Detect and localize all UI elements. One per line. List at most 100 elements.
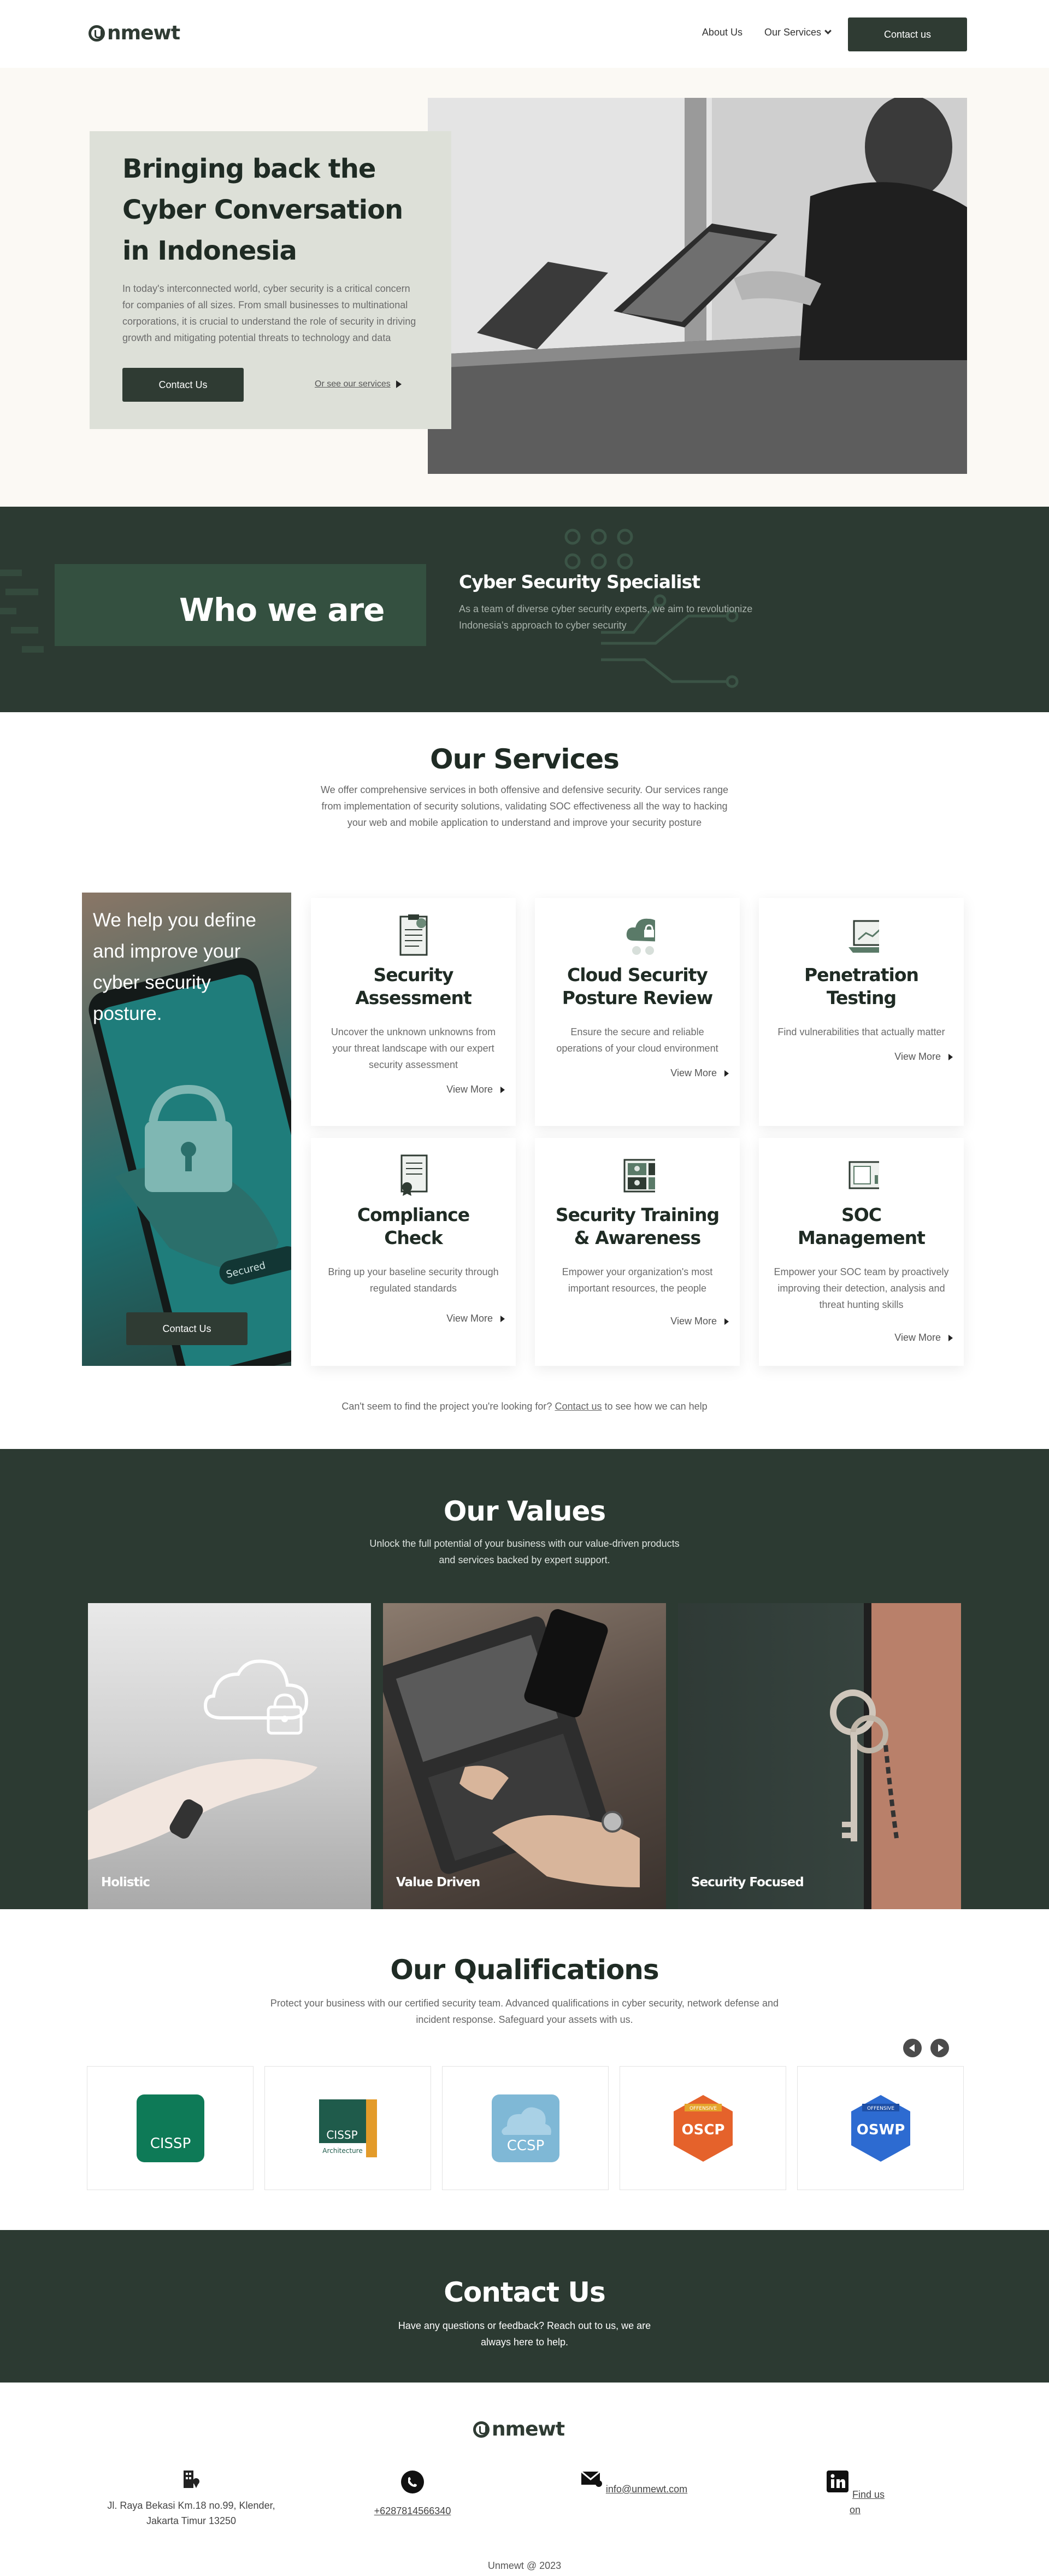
linkedin-icon [826,2471,848,2492]
qualifications-title: Our Qualifications [390,1954,659,1986]
see-services-label: Or see our services [315,379,391,389]
value-label: Holistic [101,1875,150,1890]
service-name: SOC Management [798,1204,926,1248]
cert-card-ccsp: CCSP [442,2066,609,2190]
looking-suffix: to see how we can help [604,1401,708,1412]
view-more-label: View More [446,1084,493,1095]
hand-cloud-lock-illustration [88,1659,317,1860]
oswp-badge-icon: OFFENSIVE OSWP [851,2094,910,2162]
service-card-soc-management[interactable]: SOC Management Empower your SOC team by … [759,1138,964,1366]
chevron-down-icon [824,27,832,34]
cert-card-cissp-architecture: CISSP Architecture [264,2066,431,2190]
see-services-link[interactable]: Or see our services [315,379,402,389]
top-nav: nmewt About Us Our Services Contact us [0,0,1049,68]
view-more-link[interactable]: View More [894,1332,953,1343]
phone-link[interactable]: +6287814566340 [374,2505,451,2516]
service-name: Penetration Testing [804,964,919,1008]
nav-contact-button[interactable]: Contact us [848,17,967,51]
view-more-label: View More [670,1067,717,1078]
who-description: As a team of diverse cyber security expe… [459,603,753,631]
nav-links: About Us Our Services [702,27,832,38]
mail-icon [580,2471,602,2487]
linkedin-link[interactable]: Find us on [850,2489,885,2515]
nav-about-link[interactable]: About Us [702,27,742,38]
footer-brand-logo[interactable]: nmewt [473,2418,565,2440]
carousel-next-button[interactable] [930,2039,949,2057]
qualifications-description: Protect your business with our certified… [270,1998,779,2025]
hero-card: Bringing back the Cyber Conversation in … [90,131,451,429]
copyright: Unmewt @ 2023 [487,2560,562,2571]
hero-contact-button[interactable]: Contact Us [122,368,244,402]
svg-text:OSCP: OSCP [681,2122,724,2138]
logo-u-icon [473,2421,490,2438]
contact-title: Contact Us [444,2276,606,2308]
view-more-link[interactable]: View More [670,1316,729,1327]
service-card-penetration-testing[interactable]: Penetration Testing Find vulnerabilities… [759,898,964,1126]
footer-linkedin: Find us on [820,2469,891,2518]
service-card-compliance-check[interactable]: Compliance Check Bring up your baseline … [311,1138,516,1366]
who-subtitle: Cyber Security Specialist [459,571,700,592]
service-description: Ensure the secure and reliable operation… [556,1026,718,1054]
services-description: We offer comprehensive services in both … [320,784,729,828]
play-arrow-icon [500,1086,505,1093]
view-more-link[interactable]: View More [670,1067,729,1079]
service-card-security-training[interactable]: Security Training & Awareness Empower yo… [535,1138,740,1366]
nav-services-label: Our Services [764,27,821,38]
play-arrow-icon [724,1318,729,1325]
carousel-prev-button[interactable] [903,2039,922,2057]
brand-logo[interactable]: nmewt [89,22,180,44]
service-description: Uncover the unknown unknowns from your t… [331,1026,496,1070]
footer-address: Jl. Raya Bekasi Km.18 no.99, Klender, Ja… [98,2469,284,2528]
monitor-chart-icon [844,1153,879,1197]
play-arrow-icon [396,380,402,388]
value-label: Security Focused [691,1875,804,1890]
whatsapp-icon [401,2471,424,2493]
ccsp-badge-icon: CCSP [491,2094,559,2162]
certificate-document-icon [396,1153,431,1197]
looking-contact-link[interactable]: Contact us [555,1401,602,1412]
footer-phone: +6287814566340 [361,2469,464,2519]
play-arrow-icon [724,1070,729,1077]
service-description: Empower your SOC team by proactively imp… [774,1266,949,1310]
svg-text:OFFENSIVE: OFFENSIVE [689,2106,716,2111]
cert-card-oscp: OFFENSIVE OSCP [620,2066,786,2190]
view-more-link[interactable]: View More [894,1051,953,1063]
value-card-security-focused: Security Focused [678,1603,961,1909]
svg-text:CCSP: CCSP [506,2138,544,2154]
service-description: Find vulnerabilities that actually matte… [777,1026,945,1037]
clipboard-icon [396,913,431,957]
service-card-cloud-posture[interactable]: Cloud Security Posture Review Ensure the… [535,898,740,1126]
laptop-chart-icon [844,913,879,957]
contact-section: Contact Us Have any questions or feedbac… [0,2230,1049,2383]
who-title: Who we are [179,591,385,629]
values-description: Unlock the full potential of your busine… [369,1538,680,1565]
hero-title: Bringing back the Cyber Conversation in … [122,154,403,266]
who-we-are-section: Who we are Cyber Security Specialist As … [0,507,1049,712]
promo-text: We help you define and improve your cybe… [93,909,257,1024]
play-arrow-icon [500,1315,505,1322]
services-title: Our Services [430,743,620,775]
video-meeting-icon [620,1153,655,1197]
svg-text:CISSP: CISSP [326,2128,357,2141]
laptop-meeting-illustration [428,98,967,474]
email-link[interactable]: info@unmewt.com [606,2484,687,2495]
brand-name: nmewt [107,22,180,44]
contact-description: Have any questions or feedback? Reach ou… [398,2320,651,2348]
services-promo-panel: Secured We help you define and improve y… [82,893,291,1366]
logo-u-icon [89,25,105,42]
play-arrow-icon [948,1334,953,1341]
hero-section: Bringing back the Cyber Conversation in … [0,68,1049,507]
view-more-label: View More [894,1332,941,1343]
view-more-link[interactable]: View More [446,1084,505,1095]
promo-contact-button[interactable]: Contact Us [126,1312,247,1345]
cloud-lock-icon [620,913,655,957]
nav-services-dropdown[interactable]: Our Services [764,27,832,38]
view-more-link[interactable]: View More [446,1313,505,1324]
play-arrow-icon [948,1053,953,1060]
hero-image [428,98,967,474]
view-more-label: View More [670,1316,717,1327]
tablet-keyboard-illustration [383,1609,640,1887]
values-title: Our Values [443,1495,606,1527]
service-card-security-assessment[interactable]: Security Assessment Uncover the unknown … [311,898,516,1126]
svg-text:OFFENSIVE: OFFENSIVE [867,2106,894,2111]
